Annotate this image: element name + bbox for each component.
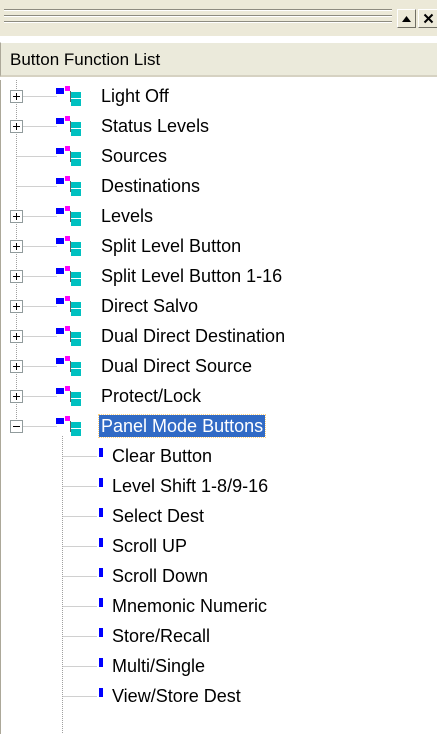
button-function-icon <box>99 628 103 637</box>
expand-toggle[interactable] <box>10 120 23 133</box>
function-group-icon <box>56 266 81 286</box>
button-function-panel: Button Function List Light Off Status Lev… <box>0 0 437 734</box>
plus-icon <box>13 273 20 280</box>
tree-child-label: Store/Recall <box>112 626 211 646</box>
minus-icon <box>13 426 20 427</box>
function-group-icon <box>56 326 81 346</box>
function-group-icon <box>56 356 81 376</box>
plus-icon <box>13 243 20 250</box>
button-function-icon <box>99 568 103 577</box>
tree-child-item[interactable]: Multi/Single <box>1 651 437 681</box>
expand-toggle[interactable] <box>10 240 23 253</box>
tree-child-item[interactable]: View/Store Dest <box>1 681 437 711</box>
tree-item-label: Direct Salvo <box>101 296 199 316</box>
tree-item-label: Split Level Button <box>101 236 242 256</box>
tree-child-label: View/Store Dest <box>112 686 241 706</box>
function-group-icon <box>56 296 81 316</box>
tree-child-label: Select Dest <box>112 506 205 526</box>
function-group-icon <box>56 116 81 136</box>
grip-line <box>4 22 392 23</box>
plus-icon <box>13 363 20 370</box>
tree-item[interactable]: Sources <box>1 141 437 171</box>
tree-item[interactable]: Destinations <box>1 171 437 201</box>
tree-item[interactable]: Protect/Lock <box>1 381 437 411</box>
tree-item-label: Dual Direct Source <box>101 356 253 376</box>
grip-line <box>4 10 392 11</box>
tree-child-label: Scroll UP <box>112 536 188 556</box>
tree-child-item[interactable]: Mnemonic Numeric <box>1 591 437 621</box>
function-group-icon <box>56 176 81 196</box>
plus-icon <box>13 93 20 100</box>
tree-item[interactable]: Dual Direct Source <box>1 351 437 381</box>
tree-child-item[interactable]: Select Dest <box>1 501 437 531</box>
tree-child-label: Scroll Down <box>112 566 209 586</box>
collapse-toggle[interactable] <box>10 420 23 433</box>
tree-child-item[interactable]: Scroll Down <box>1 561 437 591</box>
scroll-up-button[interactable] <box>397 9 416 28</box>
tree-child-item[interactable]: Level Shift 1-8/9-16 <box>1 471 437 501</box>
tree-item-label: Split Level Button 1-16 <box>101 266 283 286</box>
plus-icon <box>13 333 20 340</box>
tree-child-label: Clear Button <box>112 446 213 466</box>
tree-item[interactable]: Status Levels <box>1 111 437 141</box>
function-group-icon <box>56 86 81 106</box>
close-button[interactable] <box>418 9 437 28</box>
tree-item-label: Levels <box>101 206 154 226</box>
close-icon <box>423 13 433 24</box>
button-function-icon <box>99 658 103 667</box>
button-function-icon <box>99 688 103 697</box>
plus-icon <box>13 303 20 310</box>
tree-item[interactable]: Split Level Button <box>1 231 437 261</box>
button-function-tree[interactable]: Light Off Status Levels Sources Destination… <box>0 80 437 734</box>
tree-child-label: Level Shift 1-8/9-16 <box>112 476 269 496</box>
plus-icon <box>13 213 20 220</box>
tree-child-label: Mnemonic Numeric <box>112 596 268 616</box>
button-function-icon <box>99 478 103 487</box>
tree-item[interactable]: Split Level Button 1-16 <box>1 261 437 291</box>
column-header[interactable]: Button Function List <box>0 42 437 77</box>
tree-item-label: Sources <box>101 146 168 166</box>
function-group-icon <box>56 236 81 256</box>
tree-child-item[interactable]: Scroll UP <box>1 531 437 561</box>
tree-item-label: Panel Mode Buttons <box>97 414 267 438</box>
tree-item-label: Dual Direct Destination <box>101 326 286 346</box>
expand-toggle[interactable] <box>10 390 23 403</box>
tree-child-item[interactable]: Clear Button <box>1 441 437 471</box>
tree-item-label: Status Levels <box>101 116 210 136</box>
panel-title-bar[interactable] <box>0 0 437 36</box>
expand-toggle[interactable] <box>10 360 23 373</box>
tree-item[interactable]: Dual Direct Destination <box>1 321 437 351</box>
tree-item-label: Protect/Lock <box>101 386 202 406</box>
button-function-icon <box>99 448 103 457</box>
tree-child-label: Multi/Single <box>112 656 206 676</box>
tree-item[interactable]: Panel Mode Buttons <box>1 411 437 441</box>
button-function-icon <box>99 598 103 607</box>
function-group-icon <box>56 206 81 226</box>
tree-item-label: Light Off <box>101 86 169 106</box>
button-function-icon <box>99 508 103 517</box>
expand-toggle[interactable] <box>10 210 23 223</box>
expand-toggle[interactable] <box>10 300 23 313</box>
expand-toggle[interactable] <box>10 330 23 343</box>
function-group-icon <box>56 146 81 166</box>
expand-toggle[interactable] <box>10 90 23 103</box>
tree-item-label: Destinations <box>101 176 201 196</box>
tree-item[interactable]: Direct Salvo <box>1 291 437 321</box>
grip-line <box>4 16 392 17</box>
tree-item[interactable]: Light Off <box>1 81 437 111</box>
column-header-label: Button Function List <box>10 50 161 69</box>
plus-icon <box>13 393 20 400</box>
tree-child-item[interactable]: Store/Recall <box>1 621 437 651</box>
function-group-icon <box>56 386 81 406</box>
plus-icon <box>13 123 20 130</box>
tree-item[interactable]: Levels <box>1 201 437 231</box>
button-function-icon <box>99 538 103 547</box>
scroll-up-arrow-icon <box>402 15 411 22</box>
function-group-icon <box>56 416 81 436</box>
expand-toggle[interactable] <box>10 270 23 283</box>
